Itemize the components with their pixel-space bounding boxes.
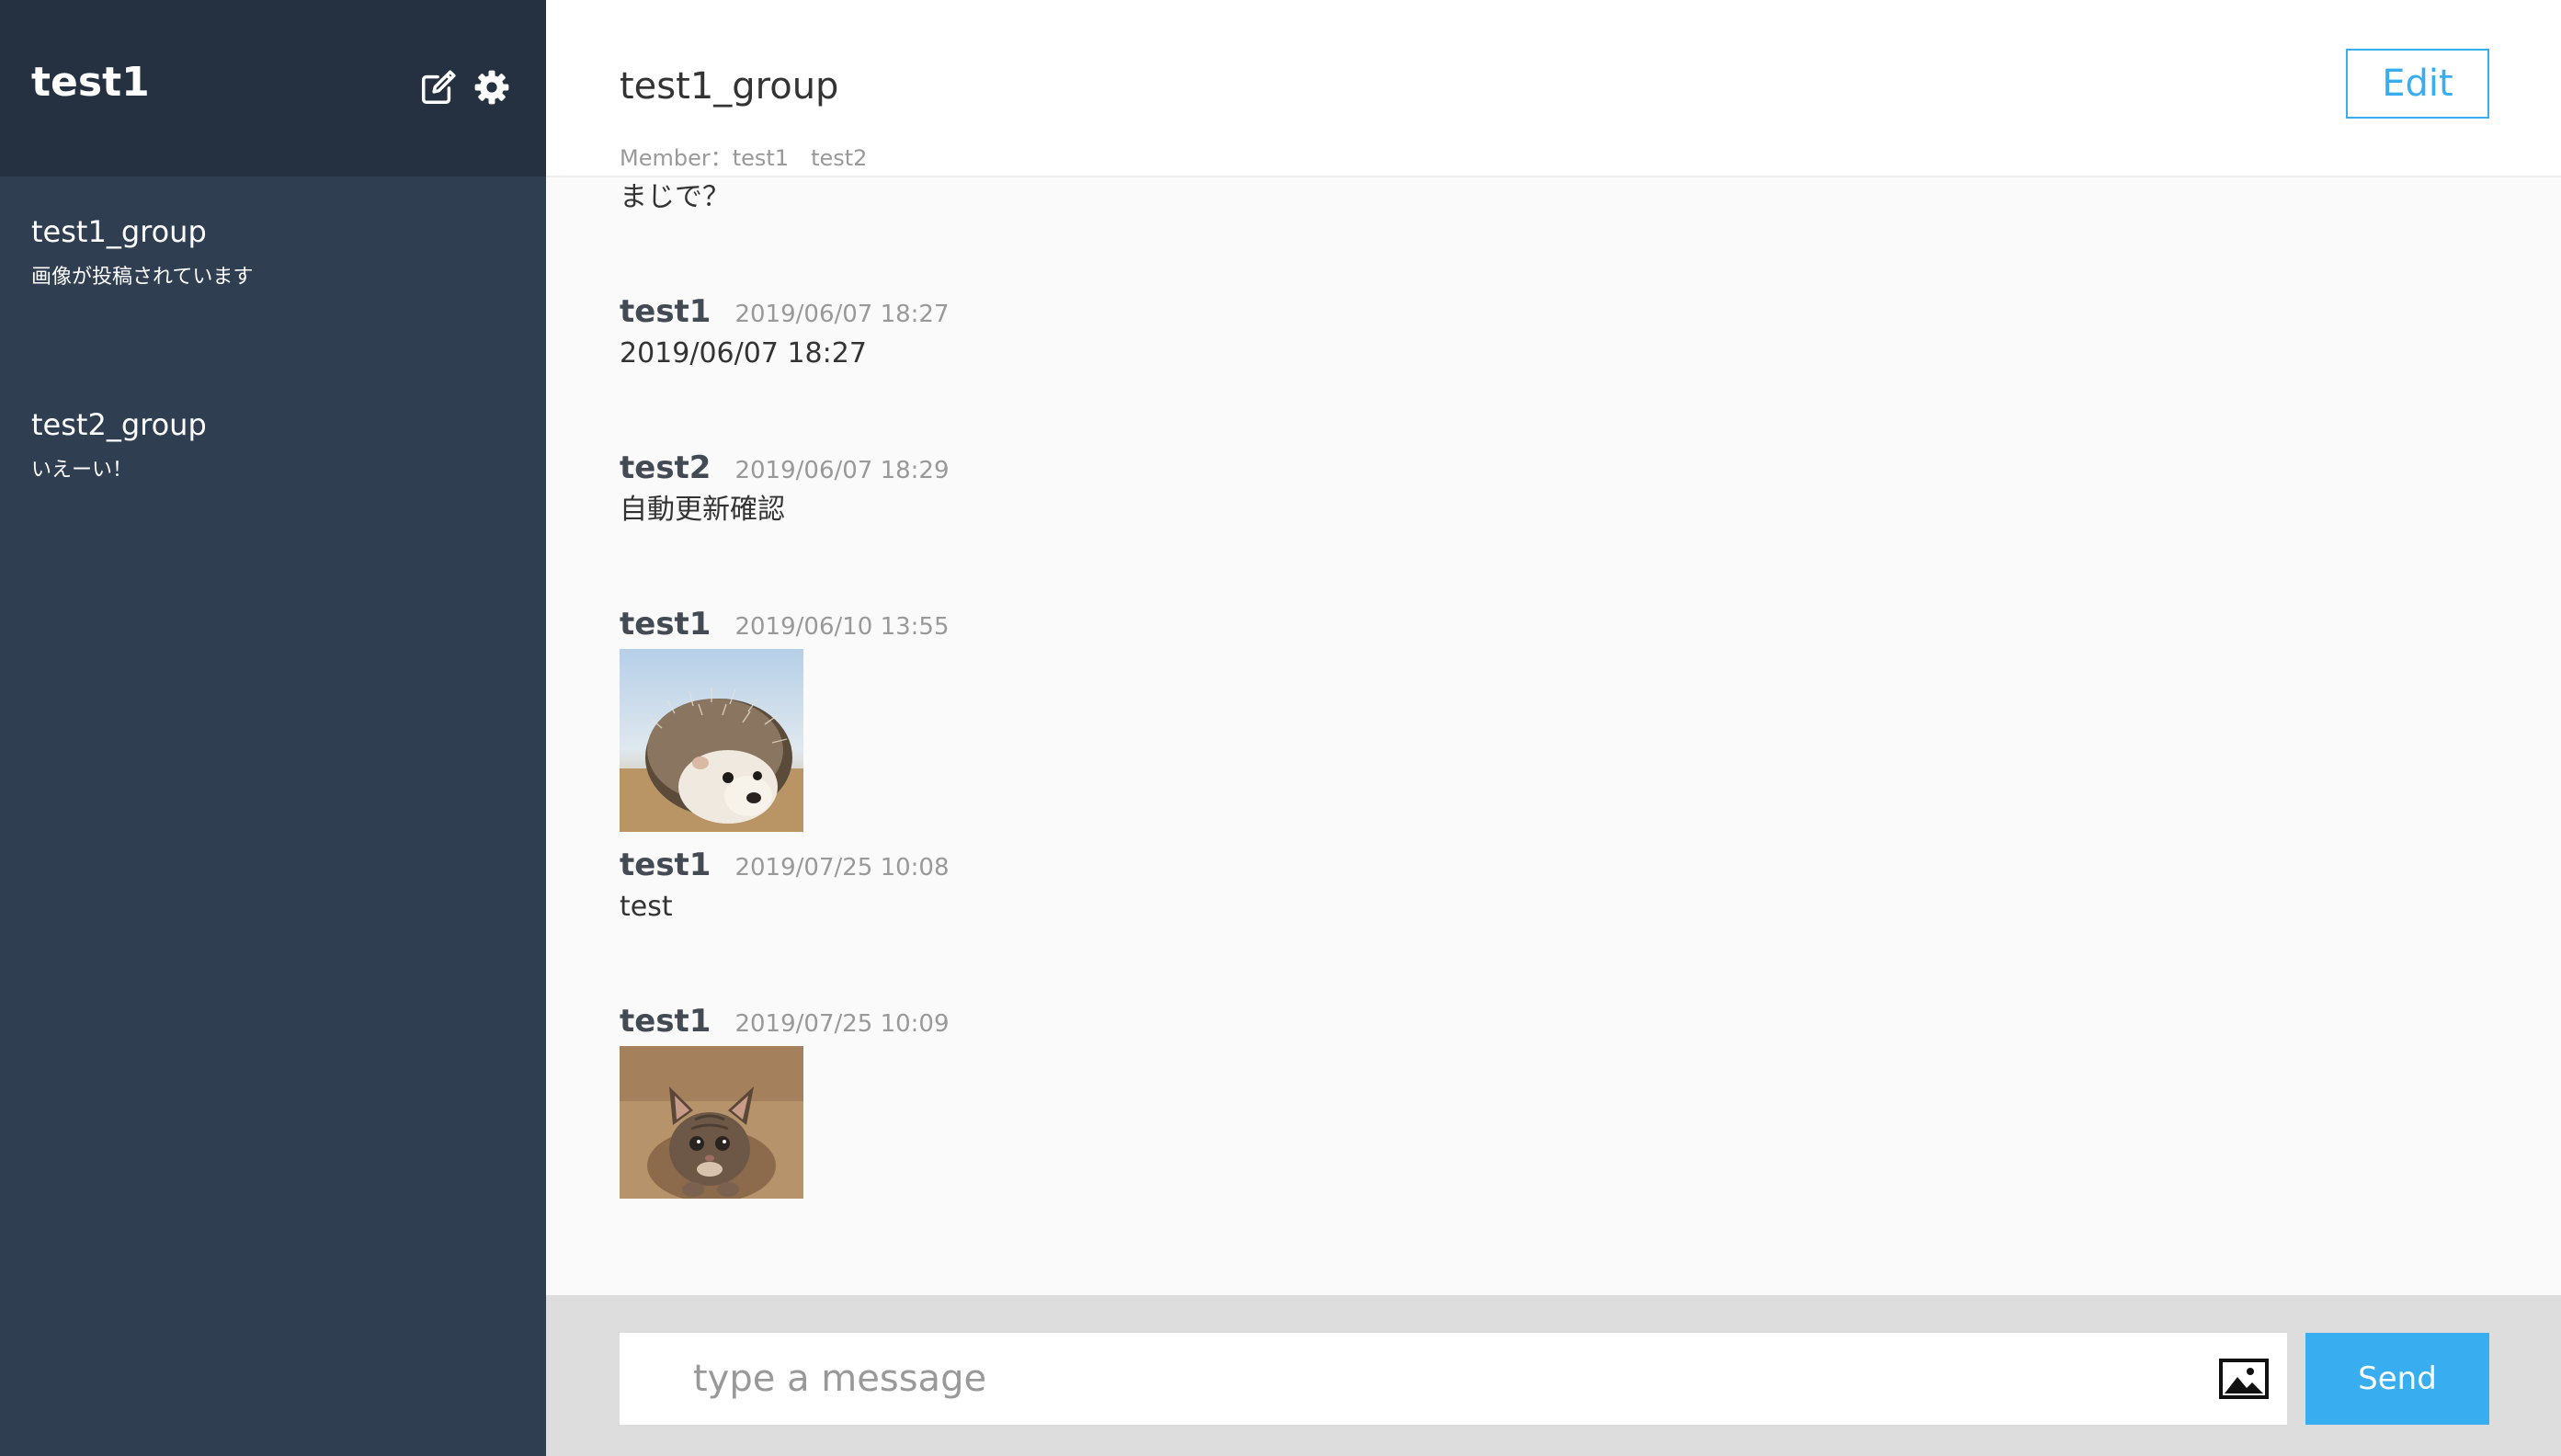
message-user: test1	[620, 847, 711, 883]
group-name: test1_group	[31, 214, 207, 249]
message-date: 2019/06/10 13:55	[734, 613, 950, 641]
group-name: test2_group	[31, 407, 207, 442]
group-item-test2-group[interactable]: test2_group いえーい！	[31, 404, 509, 485]
message-image-hedgehog[interactable]	[620, 649, 803, 832]
gear-icon[interactable]	[472, 68, 511, 107]
message-date: 2019/07/25 10:09	[734, 1010, 950, 1038]
hedgehog-photo	[620, 649, 803, 832]
message-form-area: Send	[546, 1295, 2561, 1456]
message-user: test2	[620, 449, 711, 486]
group-last-message: 画像が投稿されています	[31, 266, 254, 289]
message-date: 2019/07/25 10:08	[734, 854, 950, 882]
current-user-name: test1	[31, 59, 150, 106]
send-button[interactable]: Send	[2305, 1333, 2489, 1425]
member-list: Member：test1 test2	[620, 145, 868, 171]
group-item-test1-group[interactable]: test1_group 画像が投稿されています	[31, 211, 509, 292]
message-user: test1	[620, 1003, 711, 1040]
kitten-photo	[620, 1046, 803, 1199]
message-text: 2019/06/07 18:27	[620, 337, 867, 370]
chat-app: test1 test1_group 画像が投稿されています test2_grou…	[0, 0, 2561, 1456]
message-date: 2019/06/07 18:27	[734, 301, 950, 328]
message-header: test1 2019/07/25 10:08	[620, 845, 950, 885]
edit-icon[interactable]	[419, 68, 458, 107]
chat-header: test1_group Member：test1 test2 Edit	[546, 0, 2561, 177]
message-user: test1	[620, 293, 711, 330]
image-icon[interactable]	[2219, 1359, 2269, 1399]
message-date: 2019/06/07 18:29	[734, 457, 950, 484]
message-text: test	[620, 891, 673, 923]
message-header: test1 2019/06/07 18:27	[620, 291, 950, 332]
sidebar-header-actions	[419, 68, 511, 107]
message-list: まじで？ test1 2019/06/07 18:27 2019/06/07 1…	[546, 177, 2561, 1295]
edit-group-button[interactable]: Edit	[2346, 49, 2489, 119]
group-title: test1_group	[620, 65, 839, 108]
sidebar: test1 test1_group 画像が投稿されています test2_grou…	[0, 0, 546, 1456]
message-input[interactable]	[620, 1333, 2182, 1425]
message-text: まじで？	[620, 181, 730, 213]
message-box	[620, 1333, 2287, 1425]
group-last-message: いえーい！	[31, 459, 133, 482]
message-user: test1	[620, 606, 711, 643]
message-text: 自動更新確認	[620, 494, 785, 526]
message-header: test1 2019/07/25 10:09	[620, 1001, 950, 1041]
sidebar-header: test1	[0, 0, 546, 176]
message-image-kitten[interactable]	[620, 1046, 803, 1199]
message-header: test1 2019/06/10 13:55	[620, 604, 950, 644]
message-header: test2 2019/06/07 18:29	[620, 448, 950, 488]
